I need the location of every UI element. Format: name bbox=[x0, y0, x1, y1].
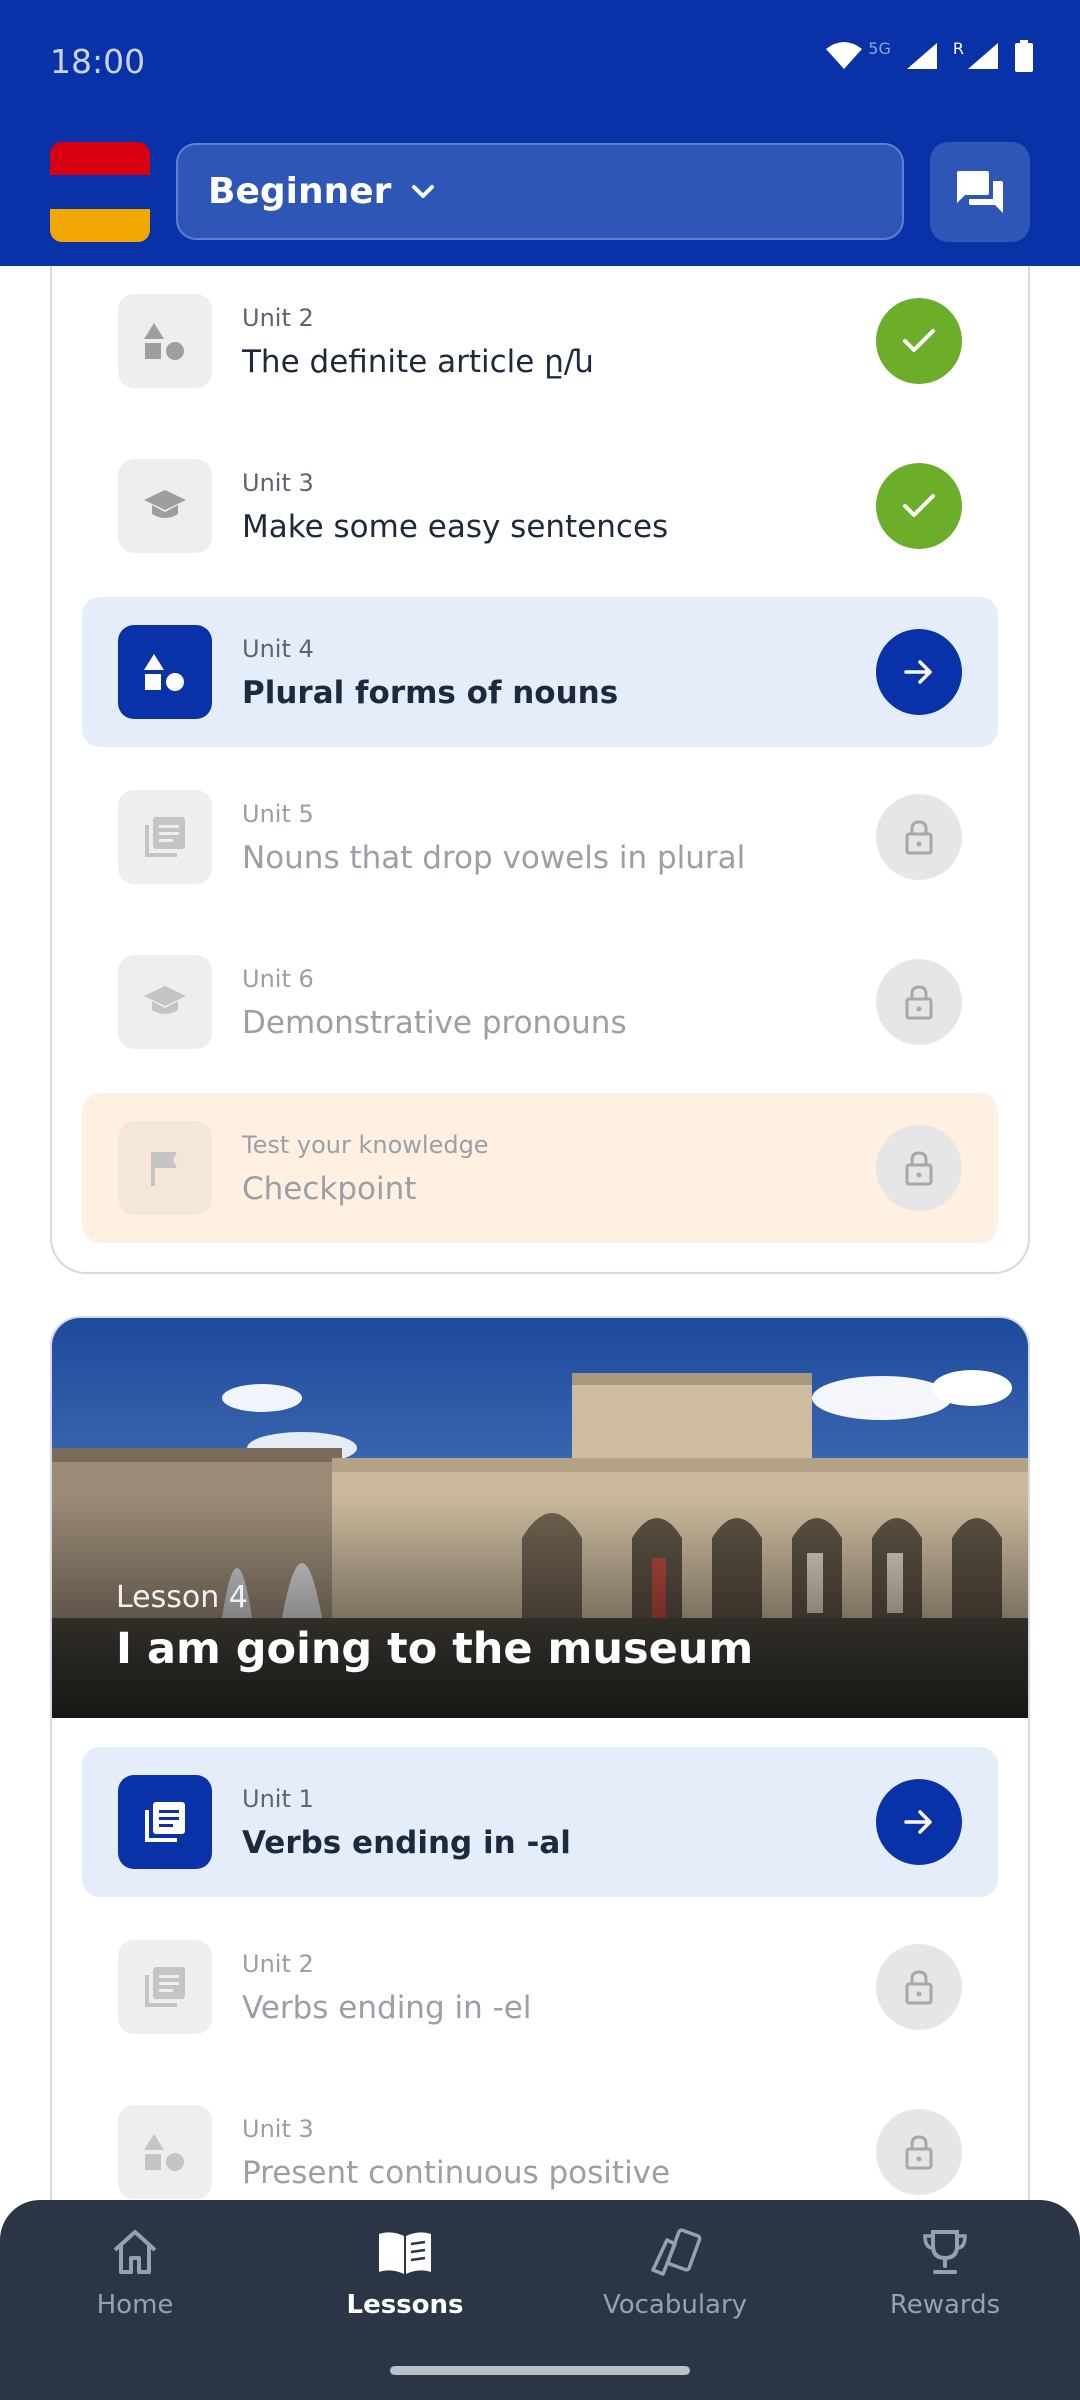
checkpoint-row[interactable]: Test your knowledge Checkpoint bbox=[82, 1093, 998, 1243]
nav-label: Home bbox=[96, 2290, 174, 2320]
locked-badge bbox=[876, 959, 962, 1045]
chat-button[interactable] bbox=[930, 142, 1030, 242]
start-unit-button[interactable] bbox=[876, 629, 962, 715]
arrow-right-icon bbox=[904, 660, 932, 684]
lesson-number: Lesson 4 bbox=[116, 1580, 248, 1615]
document-icon bbox=[118, 790, 212, 884]
lock-icon bbox=[905, 1151, 933, 1186]
locked-badge bbox=[876, 1944, 962, 2030]
document-icon bbox=[118, 1940, 212, 2034]
language-flag-button[interactable] bbox=[50, 142, 150, 242]
nav-vocabulary[interactable]: Vocabulary bbox=[575, 2226, 775, 2356]
wifi-icon bbox=[826, 42, 863, 69]
lesson-hero-image[interactable]: Lesson 4 I am going to the museum bbox=[52, 1318, 1028, 1718]
unit-row[interactable]: Unit 5 Nouns that drop vowels in plural bbox=[82, 762, 998, 912]
shapes-icon bbox=[118, 2105, 212, 2199]
graduation-cap-icon bbox=[118, 955, 212, 1049]
shapes-icon bbox=[118, 294, 212, 388]
checkpoint-caption: Test your knowledge bbox=[242, 1131, 489, 1159]
unit-number: Unit 2 bbox=[242, 1950, 314, 1978]
unit-number: Unit 4 bbox=[242, 635, 314, 663]
nav-home[interactable]: Home bbox=[35, 2226, 235, 2356]
unit-row[interactable]: Unit 2 Verbs ending in -el bbox=[82, 1912, 998, 2062]
completed-check bbox=[876, 298, 962, 384]
check-icon bbox=[903, 494, 935, 517]
lock-icon bbox=[905, 985, 933, 1020]
nav-label: Lessons bbox=[346, 2290, 464, 2320]
locked-badge bbox=[876, 794, 962, 880]
checkpoint-title: Checkpoint bbox=[242, 1171, 417, 1207]
nav-label: Rewards bbox=[889, 2290, 1001, 2320]
unit-number: Unit 3 bbox=[242, 2115, 314, 2143]
lock-icon bbox=[905, 820, 933, 855]
unit-row[interactable]: Unit 6 Demonstrative pronouns bbox=[82, 927, 998, 1077]
unit-number: Unit 3 bbox=[242, 469, 314, 497]
check-icon bbox=[903, 329, 935, 352]
home-icon bbox=[113, 2230, 157, 2274]
level-dropdown[interactable]: Beginner bbox=[176, 143, 904, 240]
battery-icon bbox=[1015, 40, 1033, 72]
lock-icon bbox=[905, 1970, 933, 2005]
unit-row[interactable]: Unit 2 The definite article ը/ն bbox=[82, 266, 998, 416]
unit-title: Demonstrative pronouns bbox=[242, 1005, 627, 1041]
nav-rewards[interactable]: Rewards bbox=[845, 2226, 1045, 2356]
unit-row-current[interactable]: Unit 4 Plural forms of nouns bbox=[82, 597, 998, 747]
unit-title: Present continuous positive bbox=[242, 2155, 671, 2191]
completed-check bbox=[876, 463, 962, 549]
roaming-label: R bbox=[952, 38, 964, 58]
status-time: 18:00 bbox=[50, 42, 146, 81]
unit-row[interactable]: Unit 3 Present continuous positive bbox=[82, 2077, 998, 2200]
locked-badge bbox=[876, 2109, 962, 2195]
app-header: 18:00 5G R Beginner bbox=[0, 0, 1080, 266]
cards-icon bbox=[651, 2228, 702, 2276]
bottom-navigation: Home Lessons Vocabulary Rewards bbox=[0, 2200, 1080, 2400]
arrow-right-icon bbox=[904, 1810, 932, 1834]
trophy-icon bbox=[923, 2230, 967, 2274]
status-icons: 5G R bbox=[824, 38, 1034, 72]
unit-number: Unit 5 bbox=[242, 800, 314, 828]
shapes-icon bbox=[118, 625, 212, 719]
unit-number: Unit 1 bbox=[242, 1785, 314, 1813]
unit-title: Nouns that drop vowels in plural bbox=[242, 840, 746, 876]
nav-lessons[interactable]: Lessons bbox=[305, 2226, 505, 2356]
lock-icon bbox=[905, 2135, 933, 2170]
unit-title: The definite article ը/ն bbox=[242, 344, 594, 380]
flag-icon bbox=[118, 1121, 212, 1215]
level-label: Beginner bbox=[208, 171, 392, 212]
nav-label: Vocabulary bbox=[602, 2290, 748, 2320]
network-label: 5G bbox=[868, 38, 891, 58]
document-icon bbox=[118, 1775, 212, 1869]
unit-title: Verbs ending in -al bbox=[242, 1825, 571, 1861]
graduation-cap-icon bbox=[118, 459, 212, 553]
unit-row-current[interactable]: Unit 1 Verbs ending in -al bbox=[82, 1747, 998, 1897]
signal-icon bbox=[968, 43, 998, 69]
lesson-title: I am going to the museum bbox=[116, 1624, 754, 1674]
unit-number: Unit 2 bbox=[242, 304, 314, 332]
lesson-list[interactable]: Unit 2 The definite article ը/ն Unit 3 M… bbox=[0, 266, 1080, 2200]
unit-title: Verbs ending in -el bbox=[242, 1990, 532, 2026]
chat-icon bbox=[957, 171, 1003, 213]
unit-title: Make some easy sentences bbox=[242, 509, 669, 545]
unit-title: Plural forms of nouns bbox=[242, 675, 619, 711]
unit-number: Unit 6 bbox=[242, 965, 314, 993]
locked-badge bbox=[876, 1125, 962, 1211]
open-book-icon bbox=[379, 2232, 431, 2274]
gesture-home-bar[interactable] bbox=[390, 2366, 690, 2375]
unit-row[interactable]: Unit 3 Make some easy sentences bbox=[82, 431, 998, 581]
start-unit-button[interactable] bbox=[876, 1779, 962, 1865]
chevron-down-icon bbox=[412, 184, 435, 198]
signal-icon bbox=[906, 43, 937, 69]
